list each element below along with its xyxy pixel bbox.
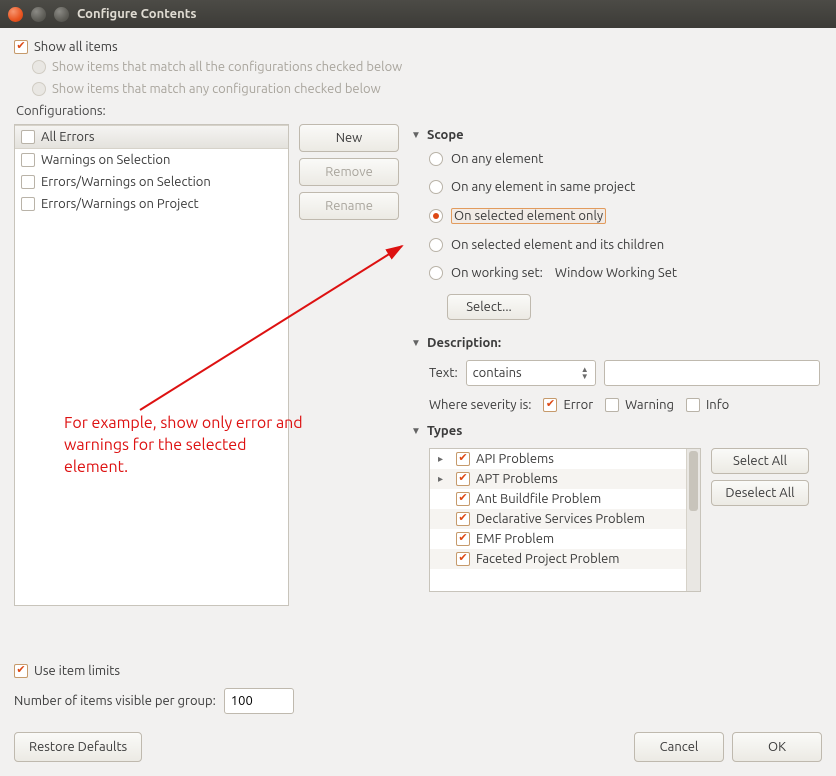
- checkbox-icon[interactable]: [21, 197, 35, 211]
- remove-button[interactable]: Remove: [299, 158, 399, 186]
- config-item-label: All Errors: [41, 130, 95, 144]
- radio-icon: [429, 180, 443, 194]
- radio-icon: [429, 266, 443, 280]
- match-all-label: Show items that match all the configurat…: [52, 60, 402, 74]
- radio-icon: [429, 238, 443, 252]
- titlebar: Configure Contents: [0, 0, 836, 28]
- radio-icon: [429, 209, 443, 223]
- checkbox-icon: [14, 664, 28, 678]
- expand-icon[interactable]: ▸: [438, 473, 450, 485]
- window-close-icon[interactable]: [8, 7, 23, 22]
- show-all-items-label: Show all items: [34, 40, 118, 54]
- description-header[interactable]: ▼ Description:: [411, 336, 822, 350]
- config-item-errors-warnings-selection[interactable]: Errors/Warnings on Selection: [15, 171, 288, 193]
- config-item-errors-warnings-project[interactable]: Errors/Warnings on Project: [15, 193, 288, 215]
- items-per-group-label: Number of items visible per group:: [14, 694, 216, 708]
- show-all-items-checkbox[interactable]: Show all items: [14, 40, 822, 54]
- use-item-limits-checkbox[interactable]: Use item limits: [14, 664, 120, 678]
- type-item[interactable]: ▸ APT Problems: [430, 469, 700, 489]
- radio-icon: [429, 152, 443, 166]
- text-mode-combo[interactable]: contains ▲▼: [466, 360, 596, 386]
- checkbox-icon[interactable]: [456, 492, 470, 506]
- checkbox-icon: [686, 398, 700, 412]
- checkbox-icon[interactable]: [456, 472, 470, 486]
- working-set-name: Window Working Set: [555, 266, 677, 280]
- checkbox-icon[interactable]: [21, 130, 35, 144]
- configurations-label: Configurations:: [16, 104, 822, 118]
- match-any-label: Show items that match any configuration …: [52, 82, 381, 96]
- types-scrollbar[interactable]: [686, 449, 700, 591]
- text-label: Text:: [429, 366, 458, 380]
- checkbox-icon[interactable]: [21, 175, 35, 189]
- type-item[interactable]: EMF Problem: [430, 529, 700, 549]
- radio-icon: [32, 60, 46, 74]
- type-item[interactable]: Declarative Services Problem: [430, 509, 700, 529]
- types-tree[interactable]: ▸ API Problems ▸ APT Problems An: [429, 448, 701, 592]
- radio-icon: [32, 82, 46, 96]
- new-button[interactable]: New: [299, 124, 399, 152]
- checkbox-icon: [605, 398, 619, 412]
- select-working-set-button[interactable]: Select...: [447, 294, 531, 320]
- cancel-button[interactable]: Cancel: [634, 732, 724, 762]
- severity-info-checkbox[interactable]: Info: [686, 398, 729, 412]
- scope-selected-children-radio[interactable]: On selected element and its children: [411, 234, 822, 256]
- type-item[interactable]: Ant Buildfile Problem: [430, 489, 700, 509]
- items-per-group-input[interactable]: [224, 688, 294, 714]
- collapse-icon: ▼: [411, 129, 421, 141]
- scope-any-element-radio[interactable]: On any element: [411, 148, 822, 170]
- scope-selected-only-radio[interactable]: On selected element only: [411, 204, 822, 228]
- types-header[interactable]: ▼ Types: [411, 424, 822, 438]
- checkbox-icon[interactable]: [456, 552, 470, 566]
- checkbox-icon[interactable]: [456, 452, 470, 466]
- config-item-label: Errors/Warnings on Selection: [41, 175, 211, 189]
- restore-defaults-button[interactable]: Restore Defaults: [14, 732, 142, 762]
- severity-warning-checkbox[interactable]: Warning: [605, 398, 674, 412]
- spinner-icon: ▲▼: [581, 366, 589, 380]
- collapse-icon: ▼: [411, 337, 421, 349]
- checkbox-icon[interactable]: [456, 532, 470, 546]
- annotation-text: For example, show only error and warning…: [64, 412, 314, 478]
- window-title: Configure Contents: [77, 7, 196, 21]
- config-item-label: Errors/Warnings on Project: [41, 197, 199, 211]
- collapse-icon: ▼: [411, 425, 421, 437]
- checkbox-icon: [14, 40, 28, 54]
- description-text-input[interactable]: [604, 360, 820, 386]
- type-item[interactable]: ▸ API Problems: [430, 449, 700, 469]
- match-any-radio: Show items that match any configuration …: [32, 82, 822, 96]
- config-item-label: Warnings on Selection: [41, 153, 170, 167]
- rename-button[interactable]: Rename: [299, 192, 399, 220]
- config-item-all-errors[interactable]: All Errors: [15, 125, 288, 149]
- select-all-button[interactable]: Select All: [711, 448, 809, 474]
- type-item[interactable]: Faceted Project Problem: [430, 549, 700, 569]
- scope-working-set-radio[interactable]: On working set: Window Working Set: [411, 262, 822, 284]
- deselect-all-button[interactable]: Deselect All: [711, 480, 809, 506]
- match-all-radio: Show items that match all the configurat…: [32, 60, 822, 74]
- checkbox-icon[interactable]: [456, 512, 470, 526]
- severity-label: Where severity is:: [429, 398, 531, 412]
- checkbox-icon[interactable]: [21, 153, 35, 167]
- window-maximize-icon[interactable]: [54, 7, 69, 22]
- expand-icon[interactable]: ▸: [438, 453, 450, 465]
- checkbox-icon: [543, 398, 557, 412]
- scope-header[interactable]: ▼ Scope: [411, 128, 822, 142]
- configurations-list[interactable]: All Errors Warnings on Selection Errors/…: [14, 124, 289, 606]
- window-minimize-icon[interactable]: [31, 7, 46, 22]
- scope-same-project-radio[interactable]: On any element in same project: [411, 176, 822, 198]
- ok-button[interactable]: OK: [732, 732, 822, 762]
- config-item-warnings-selection[interactable]: Warnings on Selection: [15, 149, 288, 171]
- severity-error-checkbox[interactable]: Error: [543, 398, 593, 412]
